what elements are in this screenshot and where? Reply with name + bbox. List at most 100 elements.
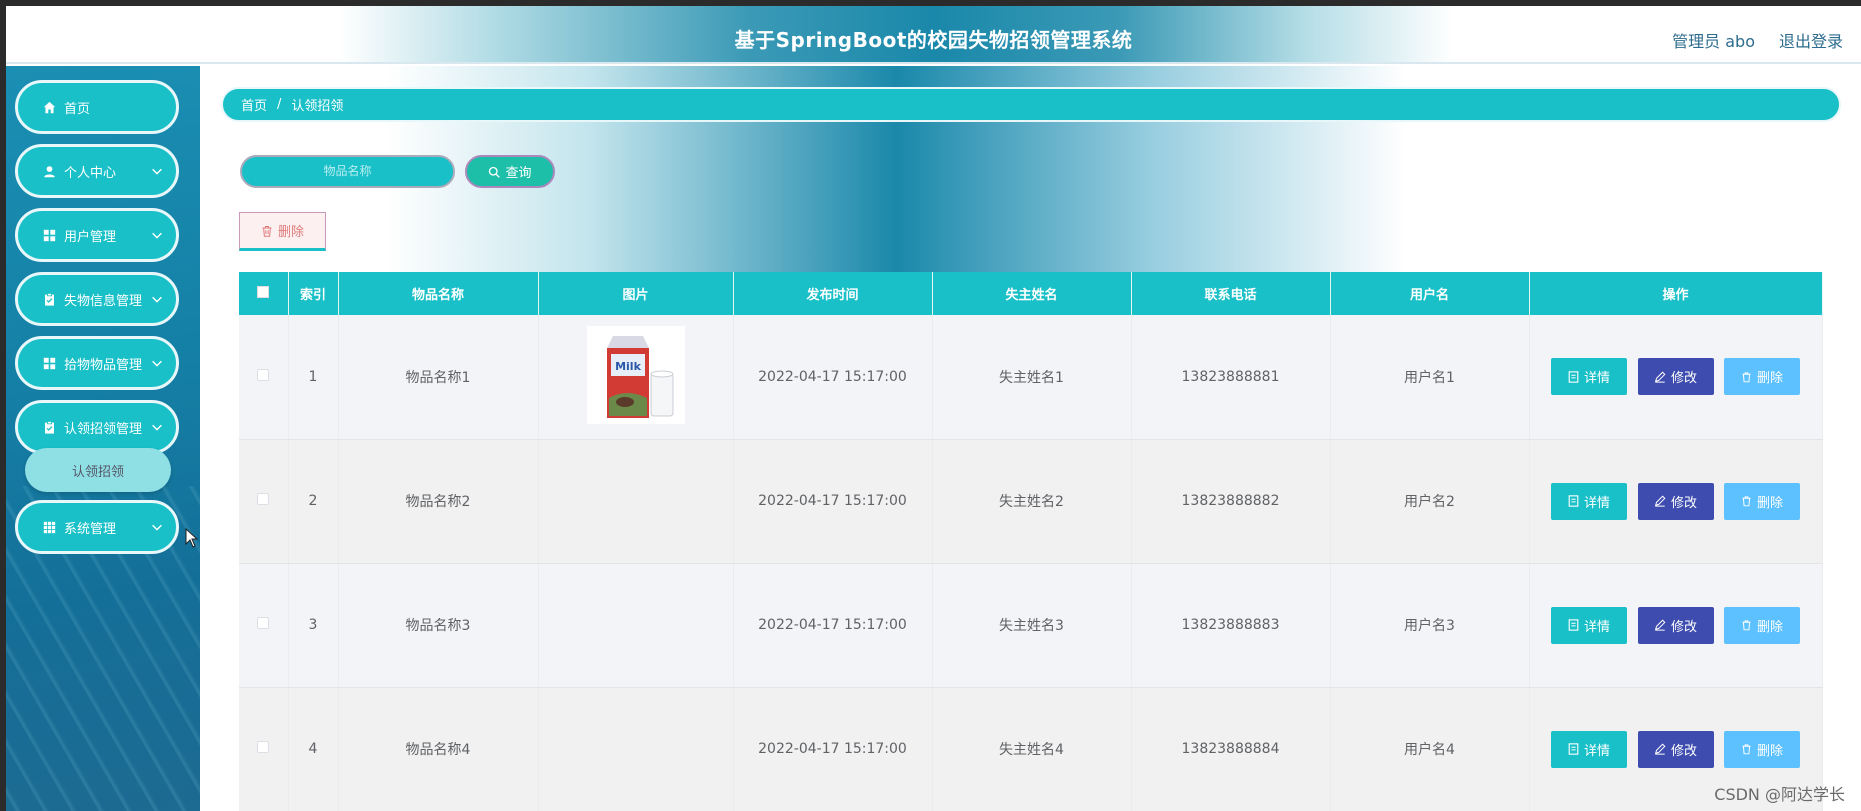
table-row: 1 物品名称1 Milk 2022-04-17 15:17:00 失主姓名1 1… — [239, 315, 1823, 440]
breadcrumb: 首页 / 认领招领 — [221, 87, 1841, 122]
delete-button[interactable]: 删除 — [1723, 358, 1800, 396]
cell-image — [538, 439, 734, 564]
submenu-item-claim[interactable]: 认领招领 — [25, 448, 171, 492]
table-row: 4 物品名称4 2022-04-17 15:17:00 失主姓名4 138238… — [239, 687, 1823, 811]
cell-actions: 详情 修改 删除 — [1529, 439, 1823, 564]
sidebar-item-user-management[interactable]: 用户管理 — [15, 208, 179, 262]
cell-owner-name: 失主姓名2 — [932, 439, 1132, 564]
delete-label: 删除 — [1756, 371, 1783, 387]
cell-username: 用户名1 — [1330, 315, 1530, 440]
sidebar-item-label: 认领招领管理 — [64, 421, 143, 437]
edit-button[interactable]: 修改 — [1637, 482, 1714, 520]
delete-button[interactable]: 删除 — [1723, 482, 1800, 520]
edit-button[interactable]: 修改 — [1637, 606, 1714, 644]
sidebar-item-label: 失物信息管理 — [64, 293, 143, 309]
milk-carton-image[interactable]: Milk — [586, 325, 685, 424]
cell-phone: 13823888884 — [1131, 687, 1331, 811]
delete-label: 删除 — [1756, 495, 1783, 511]
detail-label: 详情 — [1584, 371, 1611, 387]
row-checkbox[interactable] — [257, 368, 270, 381]
cell-owner-name: 失主姓名3 — [932, 563, 1132, 688]
sidebar-item-found-items-management[interactable]: 拾物物品管理 — [15, 336, 179, 390]
delete-button[interactable]: 删除 — [1723, 606, 1800, 644]
table-row: 3 物品名称3 2022-04-17 15:17:00 失主姓名3 138238… — [239, 563, 1823, 688]
trash-icon — [1742, 744, 1751, 755]
document-icon — [1568, 495, 1579, 507]
sidebar-item-system-management[interactable]: 系统管理 — [15, 500, 179, 554]
detail-button[interactable]: 详情 — [1551, 358, 1628, 396]
cell-index: 4 — [288, 687, 339, 811]
cell-image: Milk — [538, 315, 734, 440]
cell-publish-time: 2022-04-17 15:17:00 — [733, 439, 933, 564]
sidebar-item-label: 首页 — [64, 101, 91, 117]
mouse-cursor-icon — [185, 528, 199, 548]
logout-link[interactable]: 退出登录 — [1779, 28, 1843, 52]
edit-button[interactable]: 修改 — [1637, 730, 1714, 768]
sidebar-item-label: 系统管理 — [64, 521, 117, 537]
cell-publish-time: 2022-04-17 15:17:00 — [733, 315, 933, 440]
cell-index: 2 — [288, 439, 339, 564]
breadcrumb-home[interactable]: 首页 — [241, 95, 267, 114]
cell-item-name: 物品名称2 — [338, 439, 539, 564]
row-checkbox[interactable] — [257, 617, 270, 629]
chevron-down-icon — [152, 424, 162, 431]
trash-icon — [1742, 620, 1751, 631]
watermark: CSDN @阿达学长 — [1714, 785, 1845, 804]
sidebar-item-lost-info-management[interactable]: 失物信息管理 — [15, 272, 179, 326]
document-icon — [1568, 371, 1579, 383]
clipboard-icon — [42, 292, 56, 306]
chevron-down-icon — [152, 524, 162, 531]
chevron-down-icon — [152, 296, 162, 303]
select-all-header[interactable] — [239, 272, 289, 315]
cell-owner-name: 失主姓名1 — [932, 315, 1132, 440]
cell-item-name: 物品名称4 — [338, 687, 539, 811]
chevron-down-icon — [152, 168, 162, 175]
column-header: 操作 — [1529, 272, 1823, 315]
row-checkbox[interactable] — [257, 741, 270, 753]
delete-label: 删除 — [1756, 743, 1783, 759]
row-checkbox[interactable] — [257, 493, 270, 505]
clipboard-icon — [42, 420, 56, 434]
detail-button[interactable]: 详情 — [1551, 606, 1628, 644]
breadcrumb-separator: / — [277, 97, 282, 112]
sidebar-item-label: 个人中心 — [64, 165, 117, 181]
document-icon — [1568, 743, 1579, 755]
edit-label: 修改 — [1670, 743, 1697, 759]
detail-button[interactable]: 详情 — [1551, 482, 1628, 520]
detail-label: 详情 — [1584, 619, 1611, 635]
sidebar-item-claim-management[interactable]: 认领招领管理 — [15, 400, 179, 454]
search-icon — [489, 166, 501, 178]
item-name-search-input[interactable]: 物品名称 — [240, 155, 455, 188]
column-header: 失主姓名 — [932, 272, 1132, 315]
column-header: 用户名 — [1330, 272, 1530, 315]
trash-icon — [262, 225, 272, 237]
delete-button[interactable]: 删除 — [1723, 730, 1800, 768]
query-button[interactable]: 查询 — [465, 155, 555, 188]
cell-publish-time: 2022-04-17 15:17:00 — [733, 687, 933, 811]
user-icon — [42, 164, 56, 178]
column-header: 联系电话 — [1131, 272, 1331, 315]
query-button-label: 查询 — [505, 166, 532, 181]
cell-index: 3 — [288, 563, 339, 688]
cell-image — [538, 563, 734, 688]
chevron-down-icon — [152, 360, 162, 367]
sidebar-item-personal-center[interactable]: 个人中心 — [15, 144, 179, 198]
edit-button[interactable]: 修改 — [1637, 358, 1714, 396]
sidebar-item-home[interactable]: 首页 — [15, 80, 179, 134]
select-all-checkbox[interactable] — [257, 285, 270, 298]
cell-username: 用户名2 — [1330, 439, 1530, 564]
cell-item-name: 物品名称1 — [338, 315, 539, 440]
cell-actions: 详情 修改 删除 — [1529, 315, 1823, 440]
claim-table: 索引 物品名称 图片 发布时间 失主姓名 联系电话 用户名 操作 1 物品名称1 — [239, 272, 1823, 811]
row-select-cell — [239, 439, 289, 564]
batch-delete-label: 删除 — [277, 225, 304, 240]
detail-button[interactable]: 详情 — [1551, 730, 1628, 768]
sidebar-item-label: 拾物物品管理 — [64, 357, 143, 373]
table-header-row: 索引 物品名称 图片 发布时间 失主姓名 联系电话 用户名 操作 — [239, 272, 1823, 315]
cell-index: 1 — [288, 315, 339, 440]
column-header: 索引 — [288, 272, 339, 315]
trash-icon — [1742, 496, 1751, 507]
current-user-label: 管理员 abo — [1672, 32, 1755, 51]
batch-delete-button[interactable]: 删除 — [239, 212, 326, 251]
top-header: 基于SpringBoot的校园失物招领管理系统 管理员 abo 退出登录 — [6, 6, 1861, 64]
